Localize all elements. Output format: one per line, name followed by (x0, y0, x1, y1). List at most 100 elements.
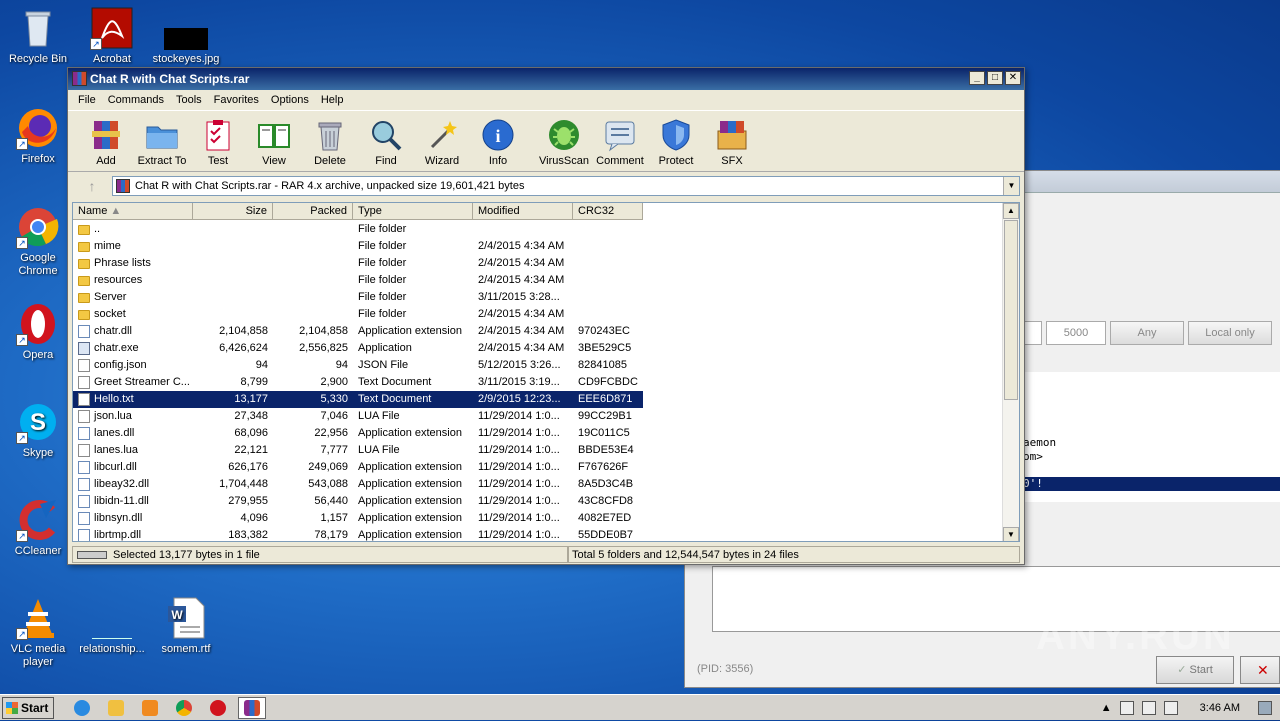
column-header-crc32[interactable]: CRC32 (573, 203, 643, 220)
clock[interactable]: 3:46 AM (1200, 702, 1240, 714)
flag-icon[interactable] (1119, 701, 1134, 715)
column-header-size[interactable]: Size (193, 203, 273, 220)
info-button[interactable]: i Info (470, 111, 526, 171)
menu-help[interactable]: Help (315, 90, 350, 110)
scroll-thumb[interactable] (1004, 220, 1018, 400)
table-row[interactable]: config.json 94 94 JSON File 5/12/2015 3:26..… (73, 357, 1003, 374)
table-row[interactable]: resources File folder 2/4/2015 4:34 AM (73, 272, 1003, 289)
file-name-cell-text: Server (94, 291, 127, 303)
port-field[interactable]: 5000 (1046, 321, 1106, 345)
window-titlebar[interactable]: Chat R with Chat Scripts.rar _ □ ✕ (68, 68, 1024, 90)
desktop-icon-stockeyes[interactable]: stockeyes.jpg (148, 6, 224, 66)
close-button[interactable]: ✕ (1005, 71, 1021, 85)
file-type-cell: File folder (353, 255, 473, 272)
test-button[interactable]: Test (190, 111, 246, 171)
table-row[interactable]: chatr.dll 2,104,858 2,104,858 Application e… (73, 323, 1003, 340)
vertical-scrollbar[interactable]: ▲ ▼ (1002, 203, 1019, 541)
desktop-icon-relationship[interactable]: relationship... (74, 596, 150, 656)
desktop-icon-ccleaner[interactable]: ↗ CCleaner (0, 498, 76, 558)
wizard-button[interactable]: Wizard (414, 111, 470, 171)
table-row[interactable]: libcurl.dll 626,176 249,069 Application ext… (73, 459, 1003, 476)
file-name-cell-text: libeay32.dll (94, 478, 150, 490)
table-row[interactable]: chatr.exe 6,426,624 2,556,825 Application 2/… (73, 340, 1003, 357)
taskbar-chrome[interactable] (170, 697, 198, 719)
add-button[interactable]: Add (78, 111, 134, 171)
table-row[interactable]: lanes.dll 68,096 22,956 Application extensi… (73, 425, 1003, 442)
desktop-icon-chrome[interactable]: ↗ Google Chrome (0, 205, 76, 278)
taskbar-media-player[interactable] (136, 697, 164, 719)
taskbar-explorer[interactable] (102, 697, 130, 719)
table-row[interactable]: Greet Streamer C... 8,799 2,900 Text Docume… (73, 374, 1003, 391)
desktop-icon-firefox[interactable]: ↗ Firefox (0, 106, 76, 166)
media-player-icon (142, 699, 158, 716)
desktop-icon-vlc[interactable]: ↗ VLC media player (0, 596, 76, 669)
chevron-up-icon[interactable]: ▲ (1101, 702, 1112, 714)
column-header-packed[interactable]: Packed (273, 203, 353, 220)
minimize-button[interactable]: _ (969, 71, 985, 85)
taskbar-winrar[interactable] (238, 696, 266, 719)
column-header-name[interactable]: Name ▲ (73, 203, 193, 220)
stop-button[interactable]: ✕ (1240, 656, 1280, 684)
file-crc-cell-text: BBDE53E4 (578, 444, 634, 456)
network-icon[interactable] (1141, 701, 1156, 715)
find-button[interactable]: Find (358, 111, 414, 171)
scroll-down-icon[interactable]: ▼ (1003, 527, 1019, 541)
up-arrow-icon[interactable]: ↑ (72, 175, 112, 197)
start-button[interactable]: ✓ Start (1156, 656, 1234, 684)
blank-field[interactable] (1024, 321, 1042, 345)
scroll-up-icon[interactable]: ▲ (1003, 203, 1019, 219)
volume-icon[interactable] (1163, 701, 1178, 715)
file-name-cell-text: json.lua (94, 410, 132, 422)
comment-button[interactable]: Comment (592, 111, 648, 171)
table-row[interactable]: librtmp.dll 183,382 78,179 Application exte… (73, 527, 1003, 541)
table-row[interactable]: lanes.lua 22,121 7,777 LUA File 11/29/2014 1… (73, 442, 1003, 459)
sfx-button[interactable]: SFX (704, 111, 760, 171)
menu-commands[interactable]: Commands (102, 90, 170, 110)
extract-to-button[interactable]: Extract To (134, 111, 190, 171)
virusscan-button[interactable]: VirusScan (536, 111, 592, 171)
desktop-icon-opera[interactable]: ↗ Opera (0, 302, 76, 362)
file-name-cell-text: lanes.dll (94, 427, 135, 439)
taskbar-opera[interactable] (204, 697, 232, 719)
desktop-icon-skype[interactable]: S ↗ Skype (0, 400, 76, 460)
menu-options[interactable]: Options (265, 90, 315, 110)
table-row[interactable]: .. File folder (73, 221, 1003, 238)
table-row[interactable]: Phrase lists File folder 2/4/2015 4:34 AM (73, 255, 1003, 272)
table-row[interactable]: libeay32.dll 1,704,448 543,088 Application … (73, 476, 1003, 493)
view-button[interactable]: View (246, 111, 302, 171)
file-type-cell: File folder (353, 289, 473, 306)
table-row[interactable]: mime File folder 2/4/2015 4:34 AM (73, 238, 1003, 255)
file-crc-cell-text: 43C8CFD8 (578, 495, 634, 507)
table-row[interactable]: json.lua 27,348 7,046 LUA File 11/29/2014 1:… (73, 408, 1003, 425)
taskbar-ie[interactable] (68, 697, 96, 719)
column-header-modified[interactable]: Modified (473, 203, 573, 220)
comment-icon (602, 117, 638, 153)
chevron-down-icon[interactable]: ▼ (1003, 177, 1019, 195)
menu-tools[interactable]: Tools (170, 90, 208, 110)
desktop-icon-acrobat[interactable]: ↗ Acrobat (74, 6, 150, 66)
table-row[interactable]: Server File folder 3/11/2015 3:28... (73, 289, 1003, 306)
table-row[interactable]: Hello.txt 13,177 5,330 Text Document 2/9/201… (73, 391, 643, 408)
file-list[interactable]: Name ▲ Size Packed Type Modified CRC32 .… (72, 202, 1020, 542)
local-only-button[interactable]: Local only (1188, 321, 1272, 345)
menu-favorites[interactable]: Favorites (208, 90, 265, 110)
address-field[interactable]: Chat R with Chat Scripts.rar - RAR 4.x a… (112, 176, 1020, 196)
desktop-icon-somem[interactable]: W somem.rtf (148, 596, 224, 656)
file-name-cell: chatr.dll (73, 323, 193, 340)
winrar-window[interactable]: Chat R with Chat Scripts.rar _ □ ✕ File … (67, 67, 1025, 565)
show-desktop-icon[interactable] (1258, 701, 1272, 715)
menu-file[interactable]: File (72, 90, 102, 110)
table-row[interactable]: libidn-11.dll 279,955 56,440 Application ex… (73, 493, 1003, 510)
table-row[interactable]: libnsyn.dll 4,096 1,157 Application extensi… (73, 510, 1003, 527)
windows-logo-icon (6, 701, 18, 714)
column-header-type[interactable]: Type (353, 203, 473, 220)
desktop-icon-recycle-bin[interactable]: Recycle Bin (0, 6, 76, 66)
start-menu-button[interactable]: Start (2, 696, 54, 719)
any-button[interactable]: Any (1110, 321, 1184, 345)
delete-button[interactable]: Delete (302, 111, 358, 171)
protect-button[interactable]: Protect (648, 111, 704, 171)
table-row[interactable]: socket File folder 2/4/2015 4:34 AM (73, 306, 1003, 323)
maximize-button[interactable]: □ (987, 71, 1003, 85)
file-name-cell-text: lanes.lua (94, 444, 139, 456)
file-packed-cell-text: 22,956 (314, 427, 348, 439)
